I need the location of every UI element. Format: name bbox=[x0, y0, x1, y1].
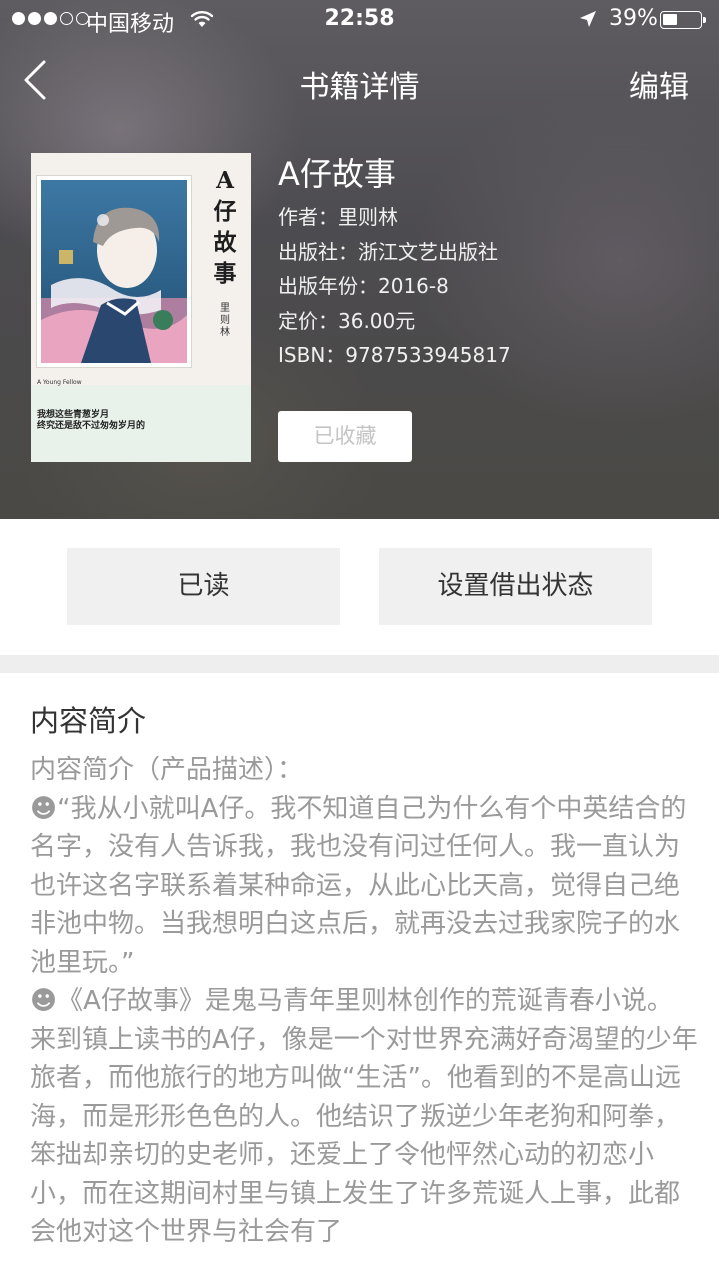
book-year: 出版年份：2016-8 bbox=[278, 274, 449, 298]
battery-percent: 39% bbox=[609, 6, 658, 31]
battery-icon bbox=[660, 11, 706, 29]
cover-english-title: A Young Fellow bbox=[37, 379, 82, 386]
set-lend-status-button[interactable]: 设置借出状态 bbox=[379, 548, 652, 625]
mark-read-button[interactable]: 已读 bbox=[67, 548, 340, 625]
edit-button[interactable]: 编辑 bbox=[629, 62, 689, 106]
section-divider bbox=[0, 655, 719, 673]
description-paragraph: 来到镇上读书的A仔，像是一个对世界充满好奇渴望的少年旅者，而他旅行的地方叫做“生… bbox=[30, 1024, 698, 1248]
description-section: 内容简介 内容简介（产品描述）： ☻“我从小就叫A仔。我不知道自己为什么有个中英… bbox=[30, 673, 700, 1252]
page-title: 书籍详情 bbox=[299, 70, 420, 105]
cover-title-text: A仔故事 bbox=[213, 167, 237, 287]
description-paragraph: ☻《A仔故事》是鬼马青年里则林创作的荒诞青春小说。 bbox=[30, 986, 673, 1016]
status-bar: 中国移动 22:58 39% bbox=[0, 0, 719, 40]
cover-tagline-line-1: 我想这些青葱岁月 bbox=[37, 410, 110, 420]
collected-button[interactable]: 已收藏 bbox=[278, 411, 412, 462]
book-isbn: ISBN：9787533945817 bbox=[278, 343, 511, 367]
cover-tagline-line-2: 终究还是敌不过匆匆岁月的 bbox=[37, 421, 146, 431]
cover-illustration bbox=[37, 176, 191, 367]
book-author: 作者：里则林 bbox=[278, 205, 398, 229]
book-price: 定价：36.00元 bbox=[278, 308, 416, 333]
cover-tagline: 我想这些青葱岁月 终究还是敌不过匆匆岁月的 bbox=[37, 410, 145, 432]
description-heading: 内容简介 bbox=[30, 704, 147, 738]
action-bar: 已读 设置借出状态 bbox=[0, 519, 719, 655]
cover-author-text: 里则林 bbox=[220, 303, 230, 338]
book-cover-image[interactable]: A仔故事 里则林 A Young Fellow 我想这些青葱岁月 终究还是敌不过… bbox=[31, 153, 251, 462]
book-meta: A仔故事 作者：里则林 出版社：浙江文艺出版社 出版年份：2016-8 定价：3… bbox=[278, 152, 511, 373]
navigation-bar: 书籍详情 编辑 bbox=[0, 50, 719, 110]
location-arrow-icon bbox=[578, 9, 598, 35]
book-title: A仔故事 bbox=[278, 155, 396, 193]
description-paragraph: ☻“我从小就叫A仔。我不知道自己为什么有个中英结合的名字，没有人告诉我，我也没有… bbox=[30, 793, 687, 978]
description-text: 内容简介（产品描述）： ☻“我从小就叫A仔。我不知道自己为什么有个中英结合的名字… bbox=[30, 751, 700, 1252]
description-paragraph: 内容简介（产品描述）： bbox=[30, 755, 304, 785]
book-publisher: 出版社：浙江文艺出版社 bbox=[278, 239, 498, 264]
book-header: 中国移动 22:58 39% 书籍详情 编辑 A仔故事 里则林 A Young … bbox=[0, 0, 719, 519]
